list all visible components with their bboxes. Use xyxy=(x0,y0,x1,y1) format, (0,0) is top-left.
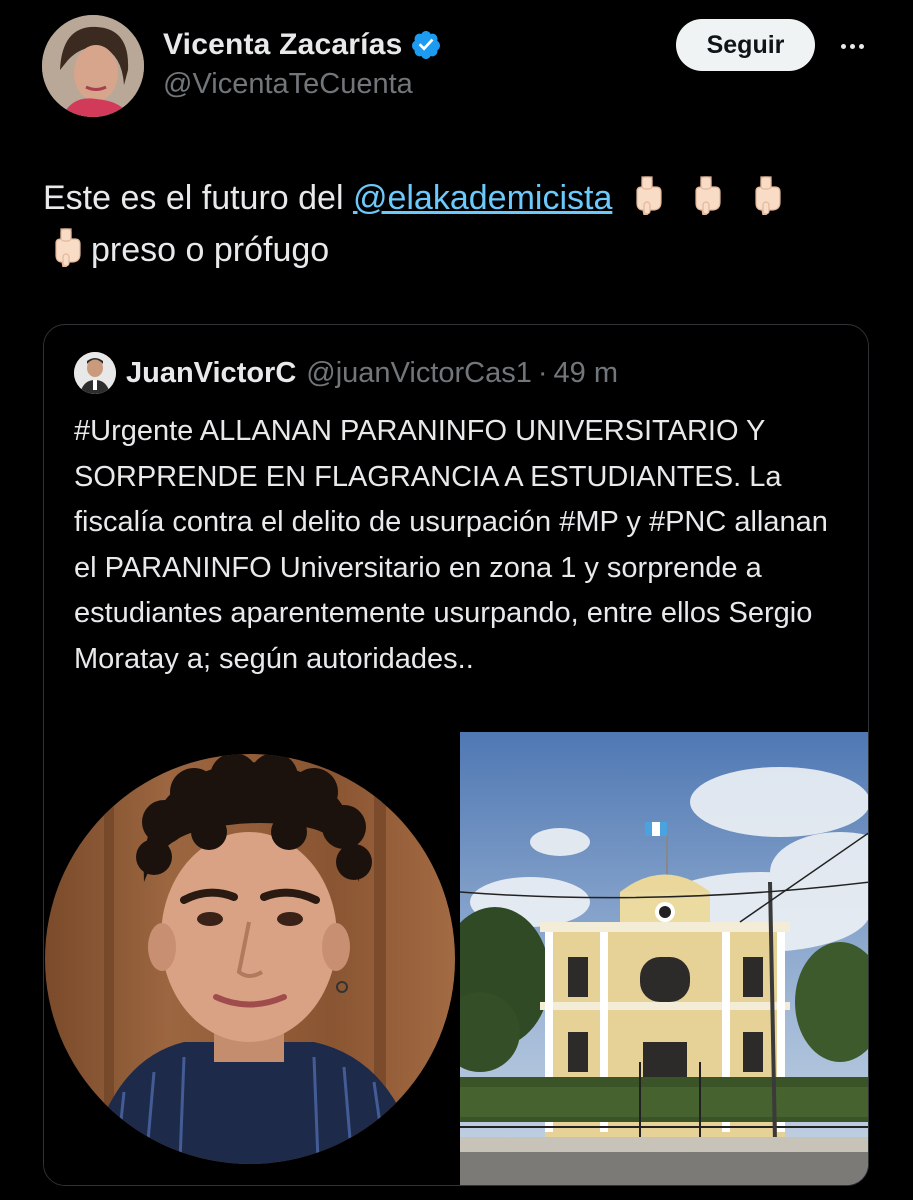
mention-link[interactable]: @elakademicista xyxy=(353,179,612,217)
tweet-text-after: preso o prófugo xyxy=(91,231,330,269)
tweet-text-before: Este es el futuro del xyxy=(43,179,353,217)
author-avatar[interactable] xyxy=(42,15,144,117)
portrait-photo xyxy=(44,732,456,1185)
more-options-icon[interactable] xyxy=(832,26,872,66)
author-handle[interactable]: @VicentaTeCuenta xyxy=(163,68,413,101)
quoted-media-portrait[interactable] xyxy=(44,732,456,1185)
pointing-down-emoji-icon xyxy=(755,176,781,215)
verified-badge-icon xyxy=(412,31,441,59)
follow-button[interactable]: Seguir xyxy=(676,19,815,71)
pointing-down-emoji-icon xyxy=(55,228,81,267)
quoted-tweet-text: #Urgente ALLANAN PARANINFO UNIVERSITARIO… xyxy=(74,415,828,675)
profile-photo xyxy=(74,352,116,394)
quoted-tweet-header: JuanVictorC @juanVictorCas1 · 49 m xyxy=(74,352,618,394)
separator-dot: · xyxy=(537,356,548,389)
quoted-tweet-time[interactable]: 49 m xyxy=(554,357,618,390)
quoted-media-building[interactable] xyxy=(460,732,868,1185)
building-photo xyxy=(460,732,868,1185)
quoted-author-handle[interactable]: @juanVictorCas1 xyxy=(306,357,532,390)
quoted-tweet[interactable]: JuanVictorC @juanVictorCas1 · 49 m #Urge… xyxy=(43,324,869,1186)
author-name[interactable]: Vicenta Zacarías xyxy=(163,28,402,62)
tweet-text: Este es el futuro del @elakademicista pr… xyxy=(43,172,863,276)
pointing-down-emoji-icon xyxy=(695,176,721,215)
quoted-author-avatar[interactable] xyxy=(74,352,116,394)
quoted-author-name[interactable]: JuanVictorC xyxy=(126,357,296,390)
profile-photo xyxy=(42,15,144,117)
pointing-down-emoji-icon xyxy=(636,176,662,215)
